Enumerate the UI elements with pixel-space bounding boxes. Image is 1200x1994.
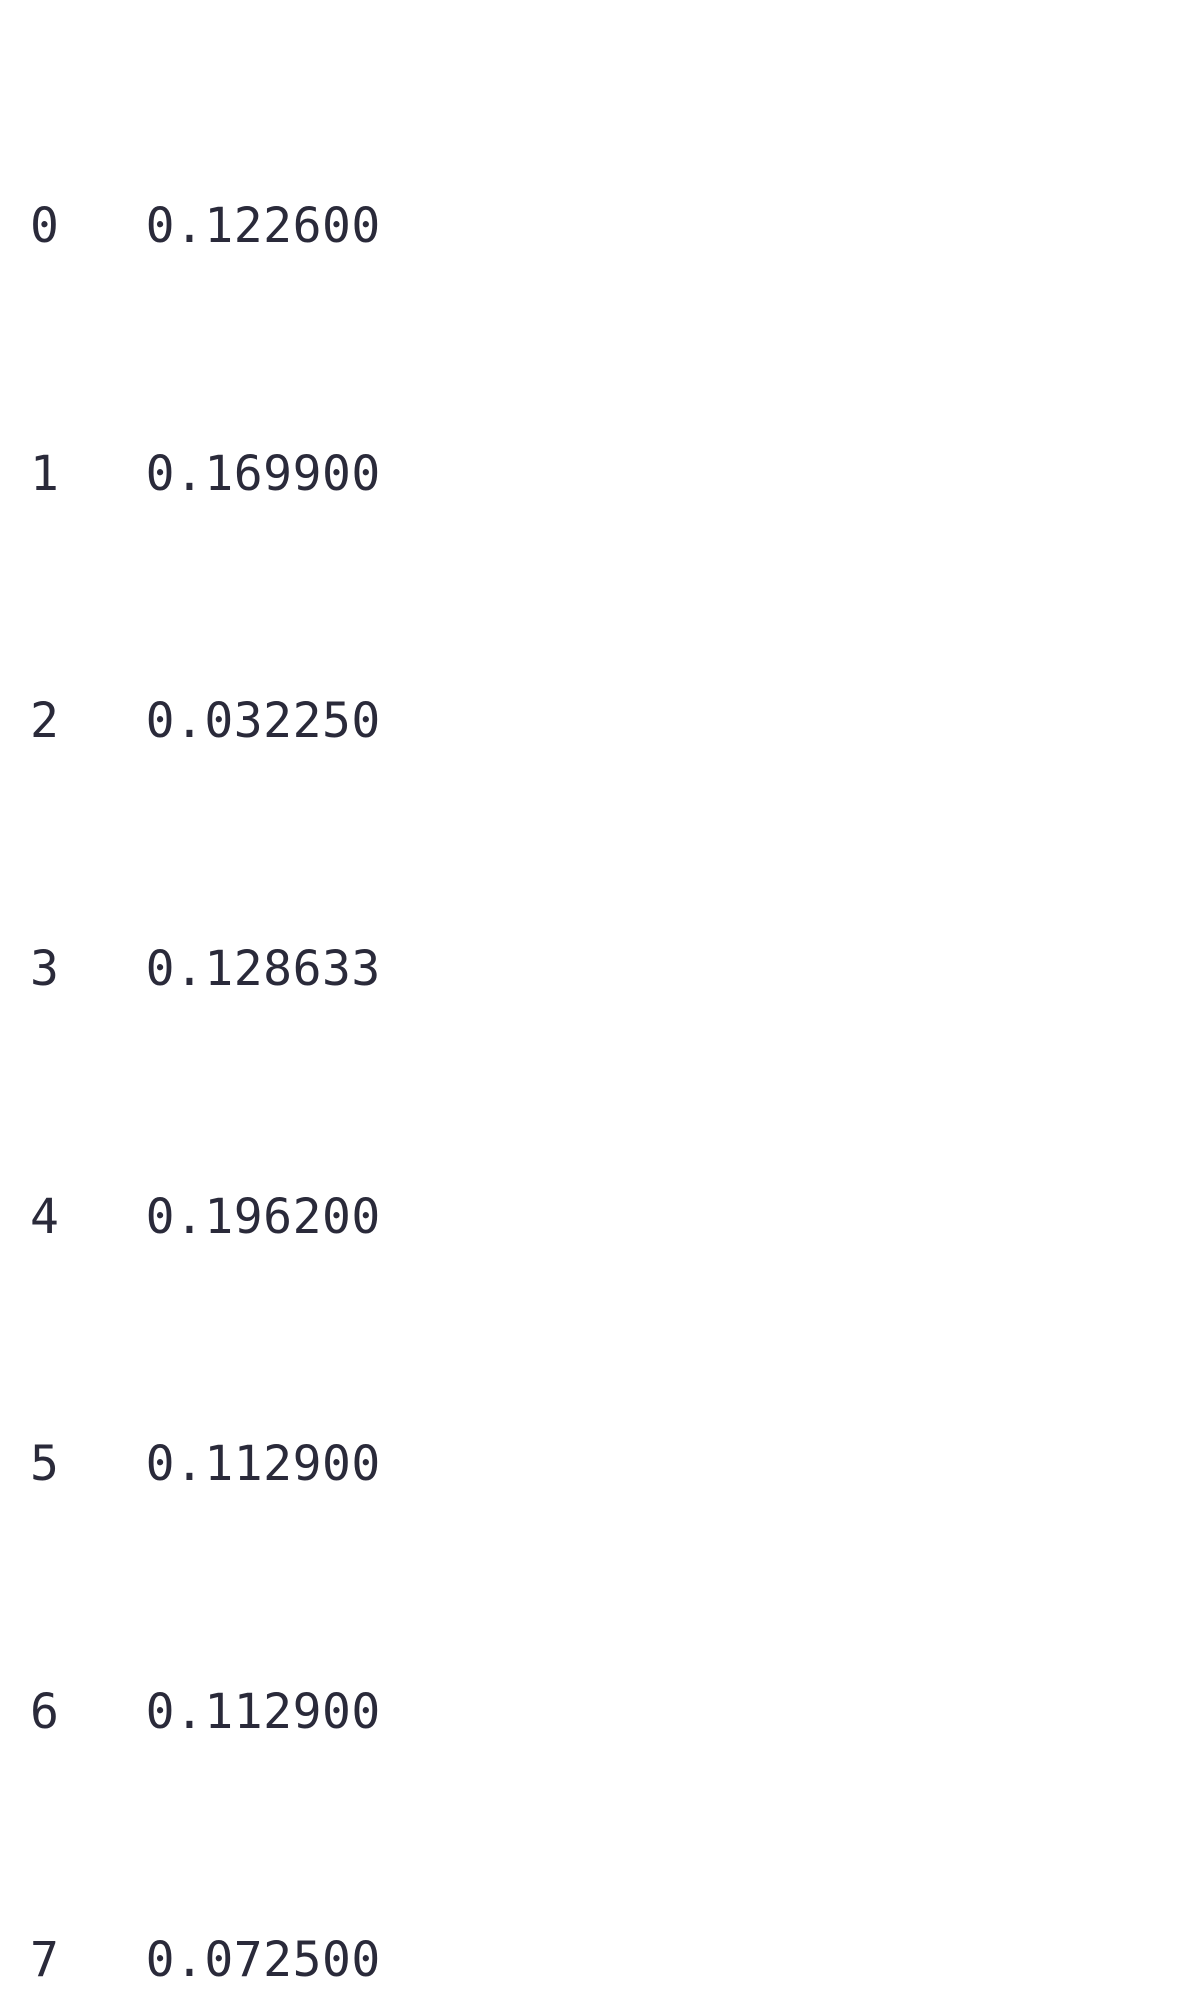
row-gap [59,185,146,268]
row-value: 0.169900 [146,433,377,516]
row-value: 0.122600 [146,185,377,268]
row-gap [59,1176,146,1259]
row-gap [59,433,146,516]
pandas-series-output: 0 0.122600 1 0.169900 2 0.032250 3 0.128… [0,0,1200,1994]
series-row: 2 0.032250 [30,680,1170,763]
row-index: 2 [30,680,59,763]
row-gap [59,680,146,763]
series-row: 7 0.072500 [30,1919,1170,1994]
row-value: 0.112900 [146,1671,377,1754]
row-index: 5 [30,1423,59,1506]
row-index: 0 [30,185,59,268]
row-gap [59,1423,146,1506]
row-gap [59,928,146,1011]
series-row: 3 0.128633 [30,928,1170,1011]
series-row: 6 0.112900 [30,1671,1170,1754]
row-value: 0.072500 [146,1919,377,1994]
row-gap [59,1919,146,1994]
row-value: 0.032250 [146,680,377,763]
series-row: 4 0.196200 [30,1176,1170,1259]
row-index: 6 [30,1671,59,1754]
row-value: 0.196200 [146,1176,377,1259]
series-row: 1 0.169900 [30,433,1170,516]
row-index: 1 [30,433,59,516]
row-index: 4 [30,1176,59,1259]
series-row: 5 0.112900 [30,1423,1170,1506]
row-value: 0.128633 [146,928,377,1011]
series-row: 0 0.122600 [30,185,1170,268]
row-index: 3 [30,928,59,1011]
row-gap [59,1671,146,1754]
row-index: 7 [30,1919,59,1994]
row-value: 0.112900 [146,1423,377,1506]
